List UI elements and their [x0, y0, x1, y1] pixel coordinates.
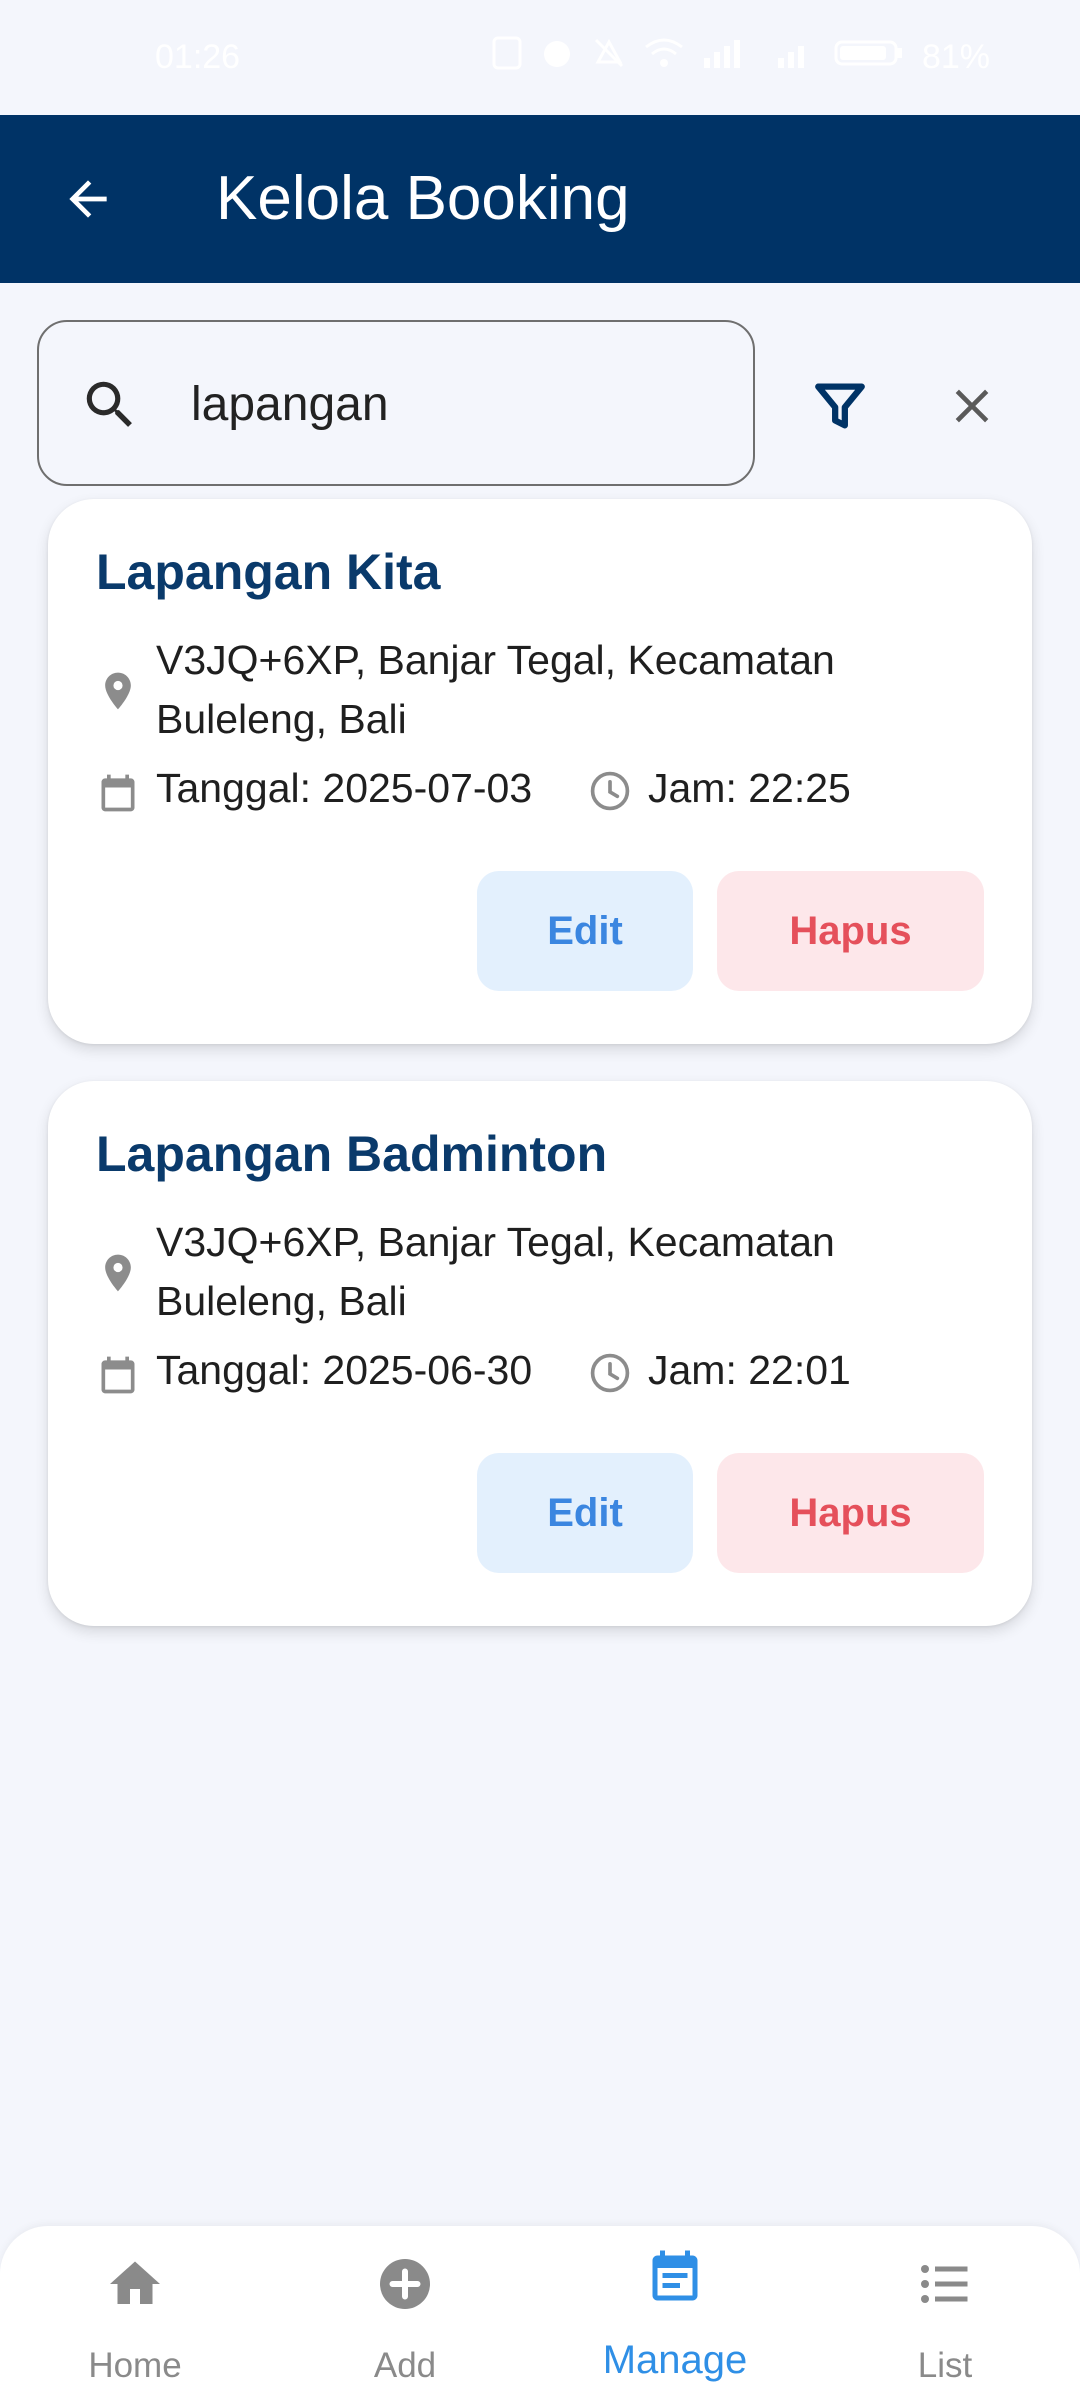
signal-icon — [702, 38, 758, 77]
status-icons: 81% — [492, 36, 990, 79]
list-icon — [921, 2265, 968, 2303]
location-icon — [105, 1254, 131, 1292]
nav-label-manage: Manage — [602, 2338, 748, 2382]
search-box[interactable] — [37, 320, 755, 486]
add-circle-icon — [380, 2259, 430, 2309]
booking-card: Lapangan Badminton V3JQ+6XP, Banjar Tega… — [48, 1081, 1032, 1626]
mute-icon — [592, 36, 626, 79]
battery-level: 81% — [921, 38, 990, 76]
event-note-icon — [652, 2250, 698, 2301]
nav-label-add: Add — [373, 2346, 437, 2385]
page-title: Kelola Booking — [216, 164, 630, 233]
booking-time: Jam: 22:25 — [648, 765, 851, 811]
nav-item-home[interactable]: Home — [0, 2226, 270, 2400]
calendar-icon — [101, 1356, 135, 1394]
status-time: 01:26 — [155, 38, 241, 76]
booking-date: Tanggal: 2025-07-03 — [156, 765, 533, 811]
location-icon — [105, 672, 131, 710]
booking-name: Lapangan Kita — [96, 544, 441, 600]
nav-label-home: Home — [88, 2346, 182, 2385]
search-input[interactable] — [191, 362, 731, 446]
booking-address: V3JQ+6XP, Banjar Tegal, Kecamatan Bulele… — [156, 1219, 835, 1324]
edit-button[interactable]: Edit — [477, 1453, 693, 1573]
home-icon — [110, 2261, 160, 2304]
alarm-icon — [540, 36, 574, 79]
arrow-back-icon — [69, 180, 107, 218]
booking-card: Lapangan Kita V3JQ+6XP, Banjar Tegal, Ke… — [48, 499, 1032, 1044]
wifi-icon — [644, 37, 684, 78]
battery-icon — [834, 38, 904, 77]
nav-label-list: List — [917, 2346, 973, 2385]
booking-name: Lapangan Badminton — [96, 1126, 608, 1182]
status-bar: 01:26 81% — [0, 0, 1080, 115]
bottom-nav: Home Add Manage List — [0, 2226, 1080, 2400]
clock-icon — [590, 1353, 630, 1393]
delete-button[interactable]: Hapus — [717, 1453, 984, 1573]
booking-date: Tanggal: 2025-06-30 — [156, 1347, 533, 1393]
booking-time: Jam: 22:01 — [648, 1347, 851, 1393]
signal-2-icon — [776, 38, 816, 77]
close-icon — [955, 389, 989, 423]
calendar-icon — [101, 774, 135, 812]
nav-item-add[interactable]: Add — [270, 2226, 540, 2400]
delete-button[interactable]: Hapus — [717, 871, 984, 991]
app-bar: Kelola Booking — [0, 115, 1080, 283]
search-icon — [86, 381, 132, 427]
clock-icon — [590, 771, 630, 811]
filter-icon — [815, 383, 865, 429]
filter-button[interactable] — [790, 356, 890, 456]
screen: 01:26 81% Kelola Booking lapangan Lapang… — [0, 0, 1080, 2400]
nav-item-list[interactable]: List — [810, 2226, 1080, 2400]
edit-button[interactable]: Edit — [477, 871, 693, 991]
clear-search-button[interactable] — [922, 356, 1022, 456]
back-button[interactable] — [44, 155, 132, 243]
nav-item-manage[interactable]: Manage — [540, 2226, 810, 2400]
booking-address: V3JQ+6XP, Banjar Tegal, Kecamatan Bulele… — [156, 637, 835, 742]
nfc-icon — [492, 36, 522, 79]
